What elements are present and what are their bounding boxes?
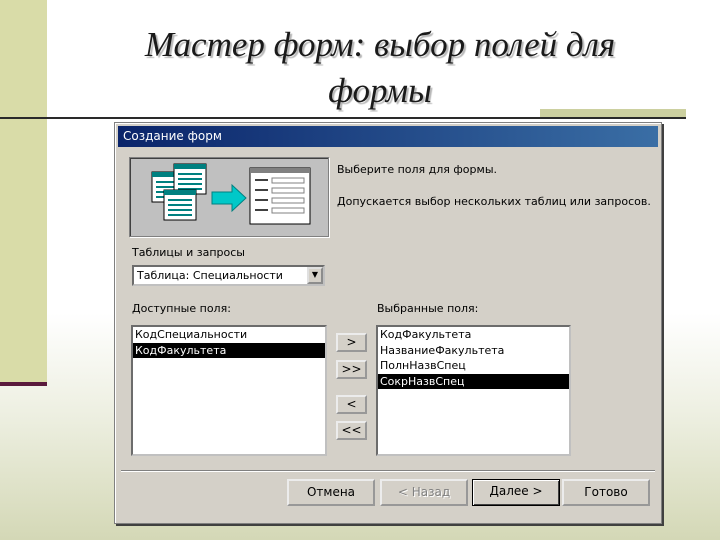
tables-label: Таблицы и запросы	[132, 246, 245, 259]
slide-left-accent-line	[0, 382, 47, 386]
selected-fields-label: Выбранные поля:	[377, 302, 479, 315]
slide-title-rule	[0, 117, 686, 119]
remove-all-fields-button[interactable]: <<	[336, 421, 367, 440]
add-field-button[interactable]: >	[336, 333, 367, 352]
hint-text: Допускается выбор нескольких таблиц или …	[337, 195, 651, 208]
button-separator	[121, 470, 655, 472]
slide-left-band	[0, 0, 47, 384]
selected-fields-list[interactable]: КодФакультета НазваниеФакультета ПолнНаз…	[376, 325, 571, 456]
table-select-value: Таблица: Специальности	[137, 269, 283, 282]
list-item[interactable]: КодФакультета	[378, 327, 569, 343]
available-fields-label: Доступные поля:	[132, 302, 231, 315]
slide-title-line-2: формы	[328, 71, 432, 110]
slide-title-line-1: Мастер форм: выбор полей для	[144, 25, 616, 64]
list-item[interactable]: НазваниеФакультета	[378, 343, 569, 359]
tables-to-form-illustration	[151, 163, 311, 225]
dialog-title: Создание форм	[123, 129, 222, 143]
list-item[interactable]: ПолнНазвСпец	[378, 358, 569, 374]
slide-title: Мастер форм: выбор полей для формы	[60, 22, 700, 114]
list-item[interactable]: КодСпециальности	[133, 327, 325, 343]
list-item[interactable]: СокрНазвСпец	[378, 373, 569, 389]
cancel-button[interactable]: Отмена	[287, 479, 375, 506]
remove-field-button[interactable]: <	[336, 395, 367, 414]
table-select[interactable]: Таблица: Специальности ▼	[132, 265, 325, 286]
dialog-title-bar: Создание форм	[118, 126, 658, 147]
dropdown-arrow-icon[interactable]: ▼	[307, 267, 323, 284]
instruction-text: Выберите поля для формы.	[337, 163, 497, 176]
wizard-illustration	[129, 157, 329, 237]
back-button[interactable]: < Назад	[380, 479, 468, 506]
add-all-fields-button[interactable]: >>	[336, 360, 367, 379]
available-fields-list[interactable]: КодСпециальности КодФакультета	[131, 325, 327, 456]
next-button[interactable]: Далее >	[472, 479, 560, 506]
form-wizard-dialog: Создание форм Выберите поля для формы. Д…	[114, 122, 662, 524]
finish-button[interactable]: Готово	[562, 479, 650, 506]
list-item[interactable]: КодФакультета	[133, 342, 325, 358]
